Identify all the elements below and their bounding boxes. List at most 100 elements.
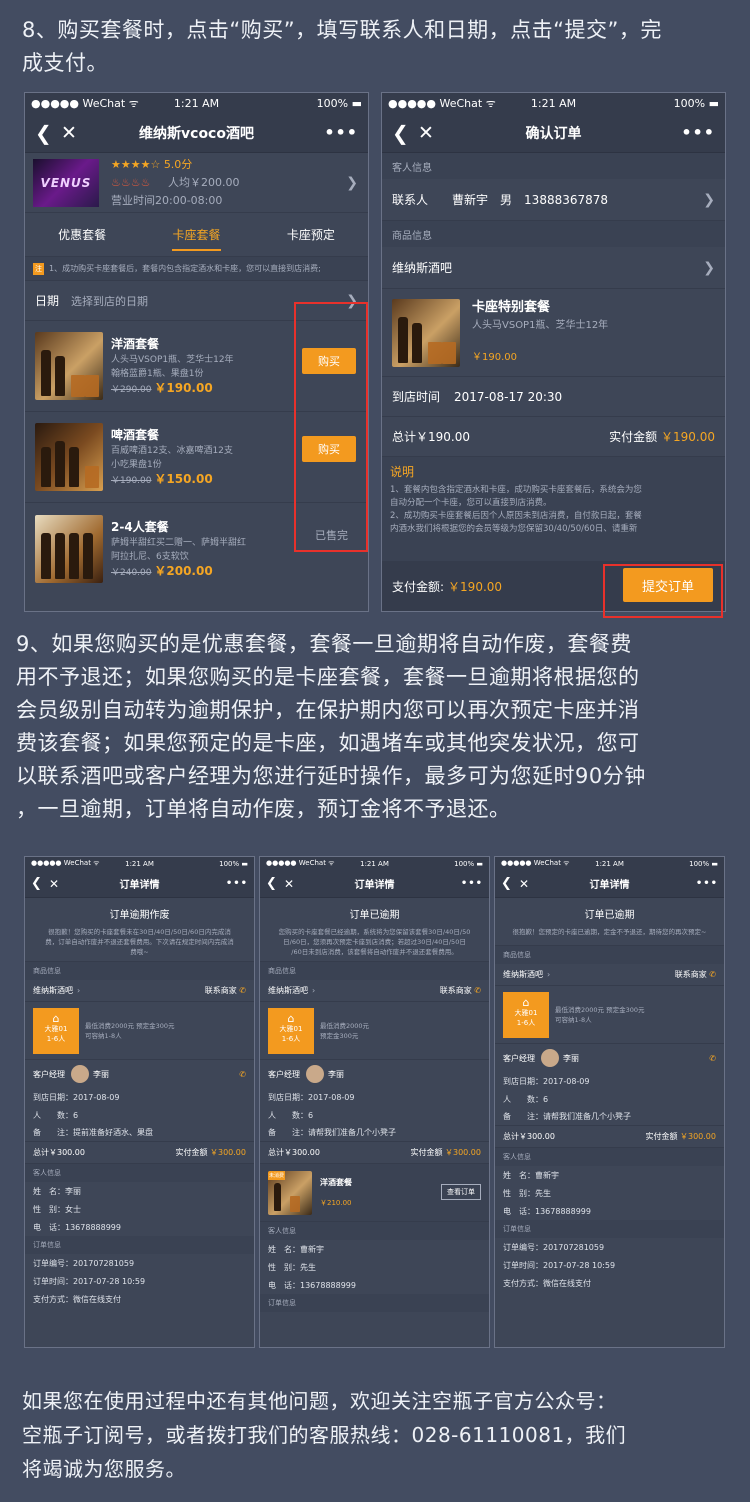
contact-row[interactable]: 联系人 曹新宇 男 13888367878 ❯	[382, 179, 725, 221]
seat-size: 1-6人	[281, 1034, 301, 1043]
chevron-right-icon: ›	[547, 970, 551, 979]
package-name: 啤酒套餐	[111, 428, 160, 442]
phone-order-void: ●●●●● WeChat ᯤ 1:21 AM 100% ▬ ❮ ✕ 订单详情 •…	[24, 856, 255, 1348]
total-row: 总计￥300.00 实付金额 ￥300.00	[495, 1126, 724, 1148]
bar-name: 维纳斯酒吧	[33, 986, 73, 995]
view-order-button[interactable]: 查看订单	[441, 1184, 481, 1200]
package-item: 未消费 洋酒套餐 ￥210.00 查看订单	[260, 1164, 489, 1222]
phone-icon[interactable]: ✆	[709, 970, 716, 979]
manager-row: 客户经理 李丽	[260, 1060, 489, 1088]
state-desc-line: /60日未到店消费，该套餐将自动作废并不退还套餐费用。	[291, 948, 458, 956]
back-icon[interactable]: ❮	[35, 121, 52, 145]
old-price: ￥240.00	[111, 568, 152, 578]
tab-discount[interactable]: 优惠套餐	[58, 226, 106, 243]
notes-line: 自动分配一个卡座，您可以直接到店消费。	[390, 498, 552, 508]
close-icon[interactable]: ✕	[49, 877, 59, 891]
section-label: 商品信息	[382, 221, 725, 247]
paid-amount: ￥300.00	[210, 1148, 246, 1157]
manager-label: 客户经理	[33, 1069, 65, 1079]
bar-row[interactable]: 维纳斯酒吧 ❯	[382, 247, 725, 289]
tab-seat-package[interactable]: 卡座套餐	[172, 226, 221, 251]
guest-gender: 性 别：先生	[503, 1188, 551, 1198]
bar-name: 维纳斯酒吧	[392, 261, 453, 275]
phone-icon[interactable]: ✆	[709, 1054, 716, 1063]
bar-row[interactable]: 维纳斯酒吧 › 联系商家 ✆	[25, 980, 254, 1002]
section-label: 客人信息	[260, 1222, 489, 1240]
back-icon[interactable]: ❮	[266, 876, 277, 891]
package-image	[35, 423, 103, 491]
guest-name: 姓 名：李丽	[33, 1186, 81, 1196]
seat-size: 1-6人	[516, 1018, 536, 1027]
manager-row: 客户经理 李丽 ✆	[495, 1044, 724, 1072]
seat-tile: ⌂ 大雅01 1-6人	[268, 1007, 314, 1054]
page-title: 维纳斯vcoco酒吧	[139, 125, 254, 142]
phone-icon[interactable]: ✆	[239, 1070, 246, 1079]
nav-bar: ❮ ✕ 订单详情 •••	[25, 870, 254, 898]
total-amount: 总计￥300.00	[268, 1148, 320, 1157]
contact-gender: 男	[500, 193, 513, 207]
guest-phone: 电 话：13678888999	[33, 1222, 121, 1232]
step9-line: 以联系酒吧或客户经理为您进行延时操作，最多可为您延时90分钟	[16, 764, 646, 788]
close-icon[interactable]: ✕	[519, 877, 529, 891]
order-time: 订单时间：2017-07-28 10:59	[503, 1260, 616, 1270]
step8-line: 8、购买套餐时，点击“购买”，填写联系人和日期，点击“提交”，完	[22, 18, 662, 42]
seat-name: 大雅01	[514, 1008, 538, 1017]
bar-row[interactable]: 维纳斯酒吧 › 联系商家 ✆	[260, 980, 489, 1002]
guest-name: 姓 名：曹新宇	[503, 1170, 559, 1180]
bar-row[interactable]: 维纳斯酒吧 › 联系商家 ✆	[495, 964, 724, 986]
close-icon[interactable]: ✕	[284, 877, 294, 891]
avatar	[541, 1049, 559, 1067]
arrival-date: 到店日期：2017-08-09	[268, 1092, 355, 1102]
status-time: 1:21 AM	[125, 859, 154, 868]
sofa-icon: ⌂	[287, 1011, 295, 1025]
sofa-icon: ⌂	[52, 1011, 60, 1025]
more-icon[interactable]: •••	[324, 123, 358, 142]
manager-label: 客户经理	[268, 1069, 300, 1079]
highlight-box	[294, 302, 368, 552]
close-icon[interactable]: ✕	[61, 122, 77, 144]
battery-label: 100% ▬	[219, 859, 248, 868]
arrival-label: 到店时间	[392, 390, 441, 404]
package-image	[392, 299, 460, 367]
contact-phone: 13888367878	[524, 192, 609, 207]
more-icon[interactable]: •••	[696, 878, 718, 889]
close-icon[interactable]: ✕	[418, 122, 434, 144]
notes-line: 2、成功购买卡座套餐后因个人原因未到店消费，自付款日起，套餐	[390, 511, 642, 521]
carrier-label: ●●●●● WeChat ᯤ	[31, 859, 100, 867]
back-icon[interactable]: ❮	[31, 876, 42, 891]
bar-info[interactable]: VENUS ★★★★☆ 5.0分 ♨♨♨♨ 人均￥200.00 营业时间20:0…	[25, 153, 368, 213]
step9-line: 会员级别自动转为逾期保护，在保护期内您可以再次预定卡座并消	[16, 698, 640, 722]
state-desc-line: 很抱歉！您预定的卡座已逾期，定金不予退还，期待您的再次预定~	[512, 928, 707, 936]
section-label: 客人信息	[25, 1164, 254, 1182]
order-state-title: 订单已逾期	[349, 910, 400, 921]
back-icon[interactable]: ❮	[501, 876, 512, 891]
page-title: 确认订单	[525, 125, 582, 142]
more-icon[interactable]: •••	[226, 878, 248, 889]
phone-icon[interactable]: ✆	[239, 986, 246, 995]
manager-name: 李丽	[563, 1053, 579, 1063]
phone-icon[interactable]: ✆	[474, 986, 481, 995]
seat-tile: ⌂ 大雅01 1-6人	[503, 991, 549, 1038]
unused-tag: 未消费	[268, 1170, 286, 1180]
tab-seat-booking[interactable]: 卡座预定	[287, 226, 335, 243]
more-icon[interactable]: •••	[461, 878, 483, 889]
manager-name: 李丽	[93, 1069, 109, 1079]
package-desc: 小吃果盘1份	[111, 460, 162, 470]
status-bar: ●●●●● WeChat ᯤ 1:21 AM 100% ▬	[382, 93, 725, 113]
min-spend: 最低消费2000元 预定金300元	[555, 1005, 645, 1014]
section-label: 客人信息	[382, 153, 725, 179]
avg-price: 人均￥200.00	[167, 175, 240, 189]
guest-name: 姓 名：曹新宇	[268, 1244, 324, 1254]
carrier-label: ●●●●● WeChat ᯤ	[266, 859, 335, 867]
min-spend: 最低消费2000元 预定金300元	[85, 1021, 175, 1030]
paid-amount: ￥300.00	[445, 1148, 481, 1157]
capacity: 可容纳1-8人	[85, 1031, 122, 1040]
back-icon[interactable]: ❮	[392, 121, 409, 145]
more-icon[interactable]: •••	[681, 123, 715, 142]
people-count: 人 数：6	[503, 1094, 549, 1104]
guest-gender: 性 别：女士	[33, 1204, 81, 1214]
total-row: 总计￥300.00 实付金额 ￥300.00	[260, 1142, 489, 1164]
flame-icon: ♨♨♨♨	[111, 175, 151, 189]
status-bar: ●●●●● WeChat ᯤ 1:21 AM 100% ▬	[25, 857, 254, 870]
package-name: 洋酒套餐	[111, 337, 160, 351]
